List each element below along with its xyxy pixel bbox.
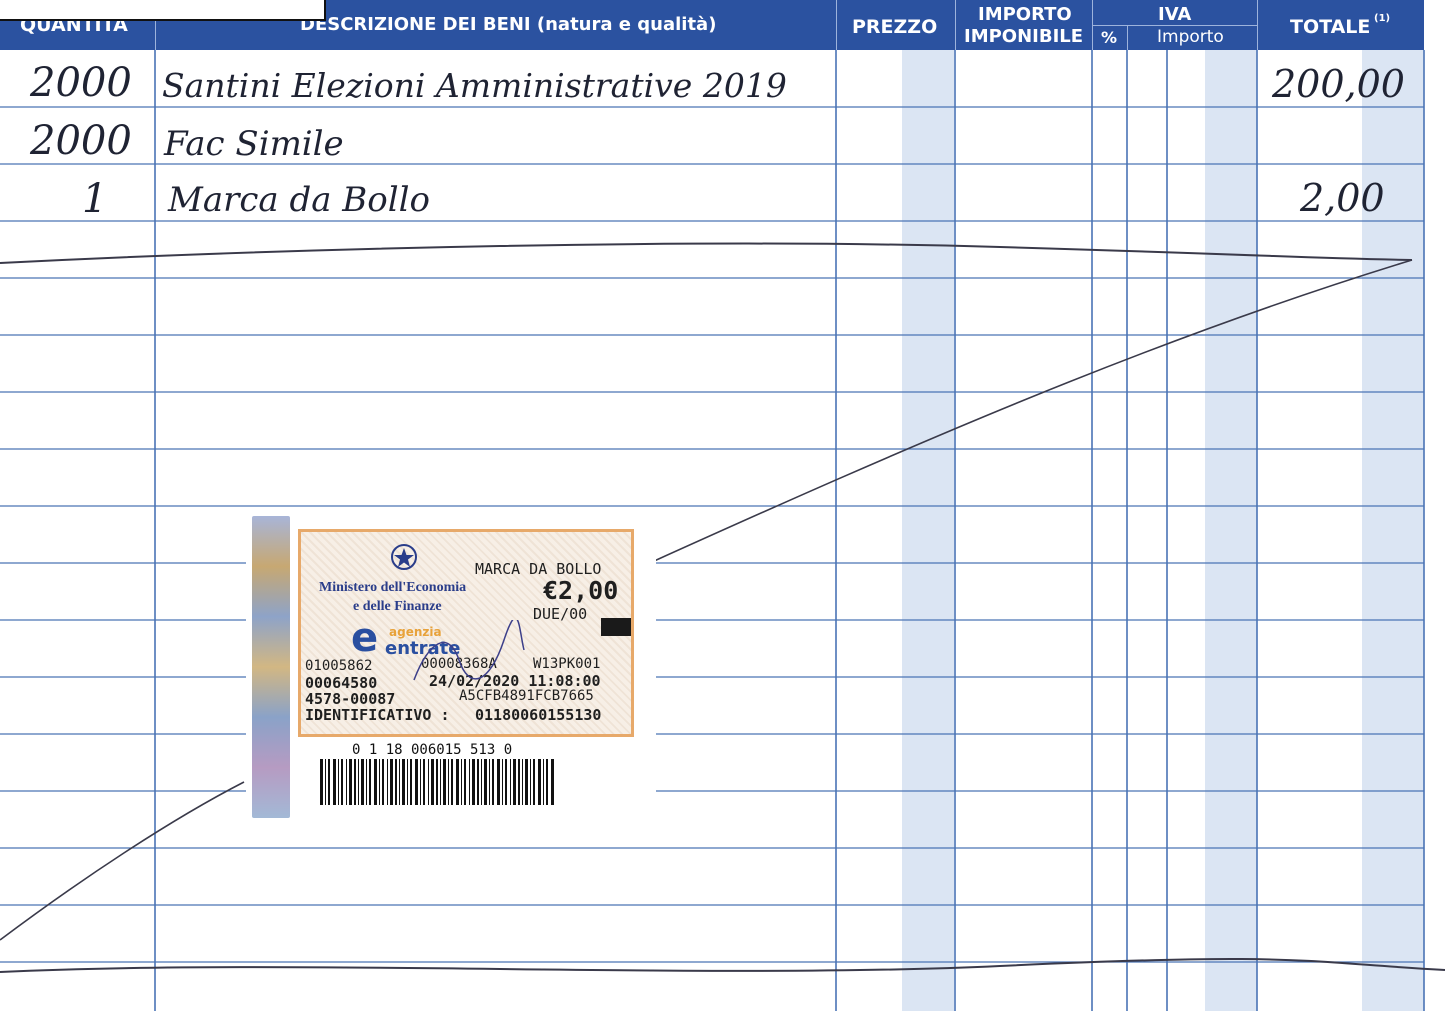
header-total-note: (1) (1374, 13, 1391, 24)
agency-logo-mark: e (351, 615, 379, 661)
republic-emblem-icon (391, 544, 417, 570)
hand-diagonal-stroke-upper (651, 259, 1413, 563)
stamp-face: Ministero dell'Economia e delle Finanze … (298, 529, 634, 737)
stamp-value-words: DUE/00 (533, 605, 588, 623)
stamp-code-c: W13PK001 (533, 656, 601, 672)
band-price (902, 50, 954, 1011)
stamp-identifier: 01180060155130 (475, 706, 602, 724)
revenue-stamp: Ministero dell'Economia e delle Finanze … (246, 513, 656, 819)
barcode (320, 759, 554, 805)
stamp-black-mark (601, 618, 631, 636)
row-3-description: Marca da Bollo (168, 180, 430, 220)
header-vat: IVA (1158, 4, 1192, 25)
stamp-ministry-line1: Ministero dell'Economia (319, 580, 467, 595)
stamp-ministry-line2: e delle Finanze (353, 599, 442, 614)
header-vat-percent: % (1101, 28, 1118, 47)
hologram-strip (252, 516, 290, 818)
header-taxable-line2: IMPONIBILE (964, 26, 1084, 47)
band-vat (1205, 50, 1257, 1011)
barcode-text: 0 1 18 006015 513 0 (352, 742, 513, 758)
row-3-total: 2,00 (1300, 176, 1385, 220)
row-1-total: 200,00 (1272, 62, 1405, 106)
row-1-quantity: 2000 (30, 60, 132, 106)
row-1-description: Santini Elezioni Amministrative 2019 (162, 66, 787, 105)
signature-scribble (413, 620, 525, 681)
header-vat-amount: Importo (1157, 27, 1224, 47)
stamp-code-f: A5CFB4891FCB7665 (459, 688, 594, 704)
header-total: TOTALE (1290, 16, 1371, 38)
stamp-code-a: 01005862 (305, 658, 373, 674)
stamp-value: €2,00 (543, 576, 619, 605)
row-2-quantity: 2000 (30, 118, 132, 164)
row-3-quantity: 1 (82, 176, 108, 222)
row-2-description: Fac Simile (164, 124, 344, 164)
redaction-box (0, 0, 326, 21)
header-price: PREZZO (852, 16, 938, 38)
header-description: DESCRIZIONE DEI BENI (natura e qualità) (300, 14, 717, 35)
header-taxable-line1: IMPORTO (978, 4, 1072, 25)
stamp-identifier-label: IDENTIFICATIVO : (305, 706, 450, 724)
hand-closing-stroke-top (0, 242, 1413, 264)
hand-diagonal-stroke-lower (0, 781, 245, 941)
